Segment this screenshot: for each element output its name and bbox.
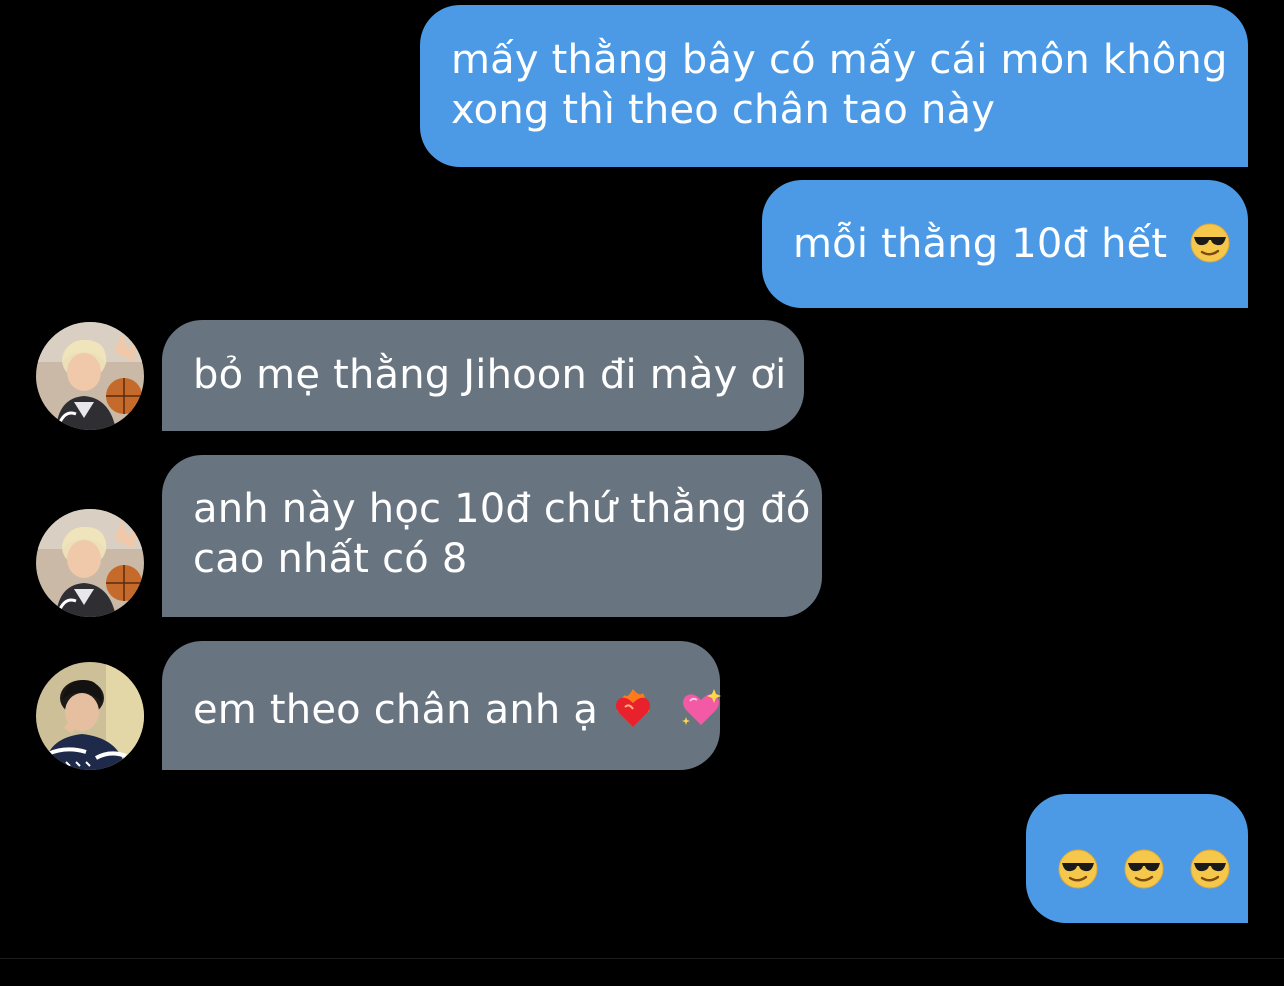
outgoing-message-bubble[interactable] [1026, 794, 1248, 923]
message-text-line: anh này học 10đ chứ thằng đó [193, 486, 811, 532]
avatar-blond-basketball[interactable] [36, 509, 144, 617]
sunglasses-emoji [1058, 849, 1098, 889]
incoming-message-bubble[interactable]: em theo chân anh ạ [162, 641, 722, 770]
sunglasses-emoji [1190, 849, 1230, 889]
avatar-dark-hair-jacket[interactable] [36, 662, 144, 770]
incoming-message-bubble[interactable]: anh này học 10đ chứ thằng đó cao nhất có… [162, 455, 822, 617]
sparkling-heart-emoji [680, 687, 722, 729]
message-text: mỗi thằng 10đ hết [793, 221, 1168, 267]
message-text-line: cao nhất có 8 [193, 536, 468, 582]
sunglasses-emoji [1190, 223, 1230, 263]
message-text-line: mấy thằng bây có mấy cái môn không [451, 37, 1228, 83]
message-text: bỏ mẹ thằng Jihoon đi mày ơi [193, 352, 787, 398]
avatar-image [36, 509, 144, 617]
incoming-message-bubble[interactable]: bỏ mẹ thằng Jihoon đi mày ơi [162, 320, 804, 431]
divider [0, 958, 1284, 959]
outgoing-message-bubble[interactable]: mỗi thằng 10đ hết [762, 180, 1248, 308]
sunglasses-emoji [1124, 849, 1164, 889]
message-text: em theo chân anh ạ [193, 687, 599, 733]
avatar-image [36, 322, 144, 430]
heart-on-fire-emoji [613, 687, 653, 729]
message-text-line: xong thì theo chân tao này [451, 87, 996, 133]
avatar-image [36, 662, 144, 770]
avatar-blond-basketball[interactable] [36, 322, 144, 430]
outgoing-message-bubble[interactable]: mấy thằng bây có mấy cái môn không xong … [420, 5, 1248, 167]
